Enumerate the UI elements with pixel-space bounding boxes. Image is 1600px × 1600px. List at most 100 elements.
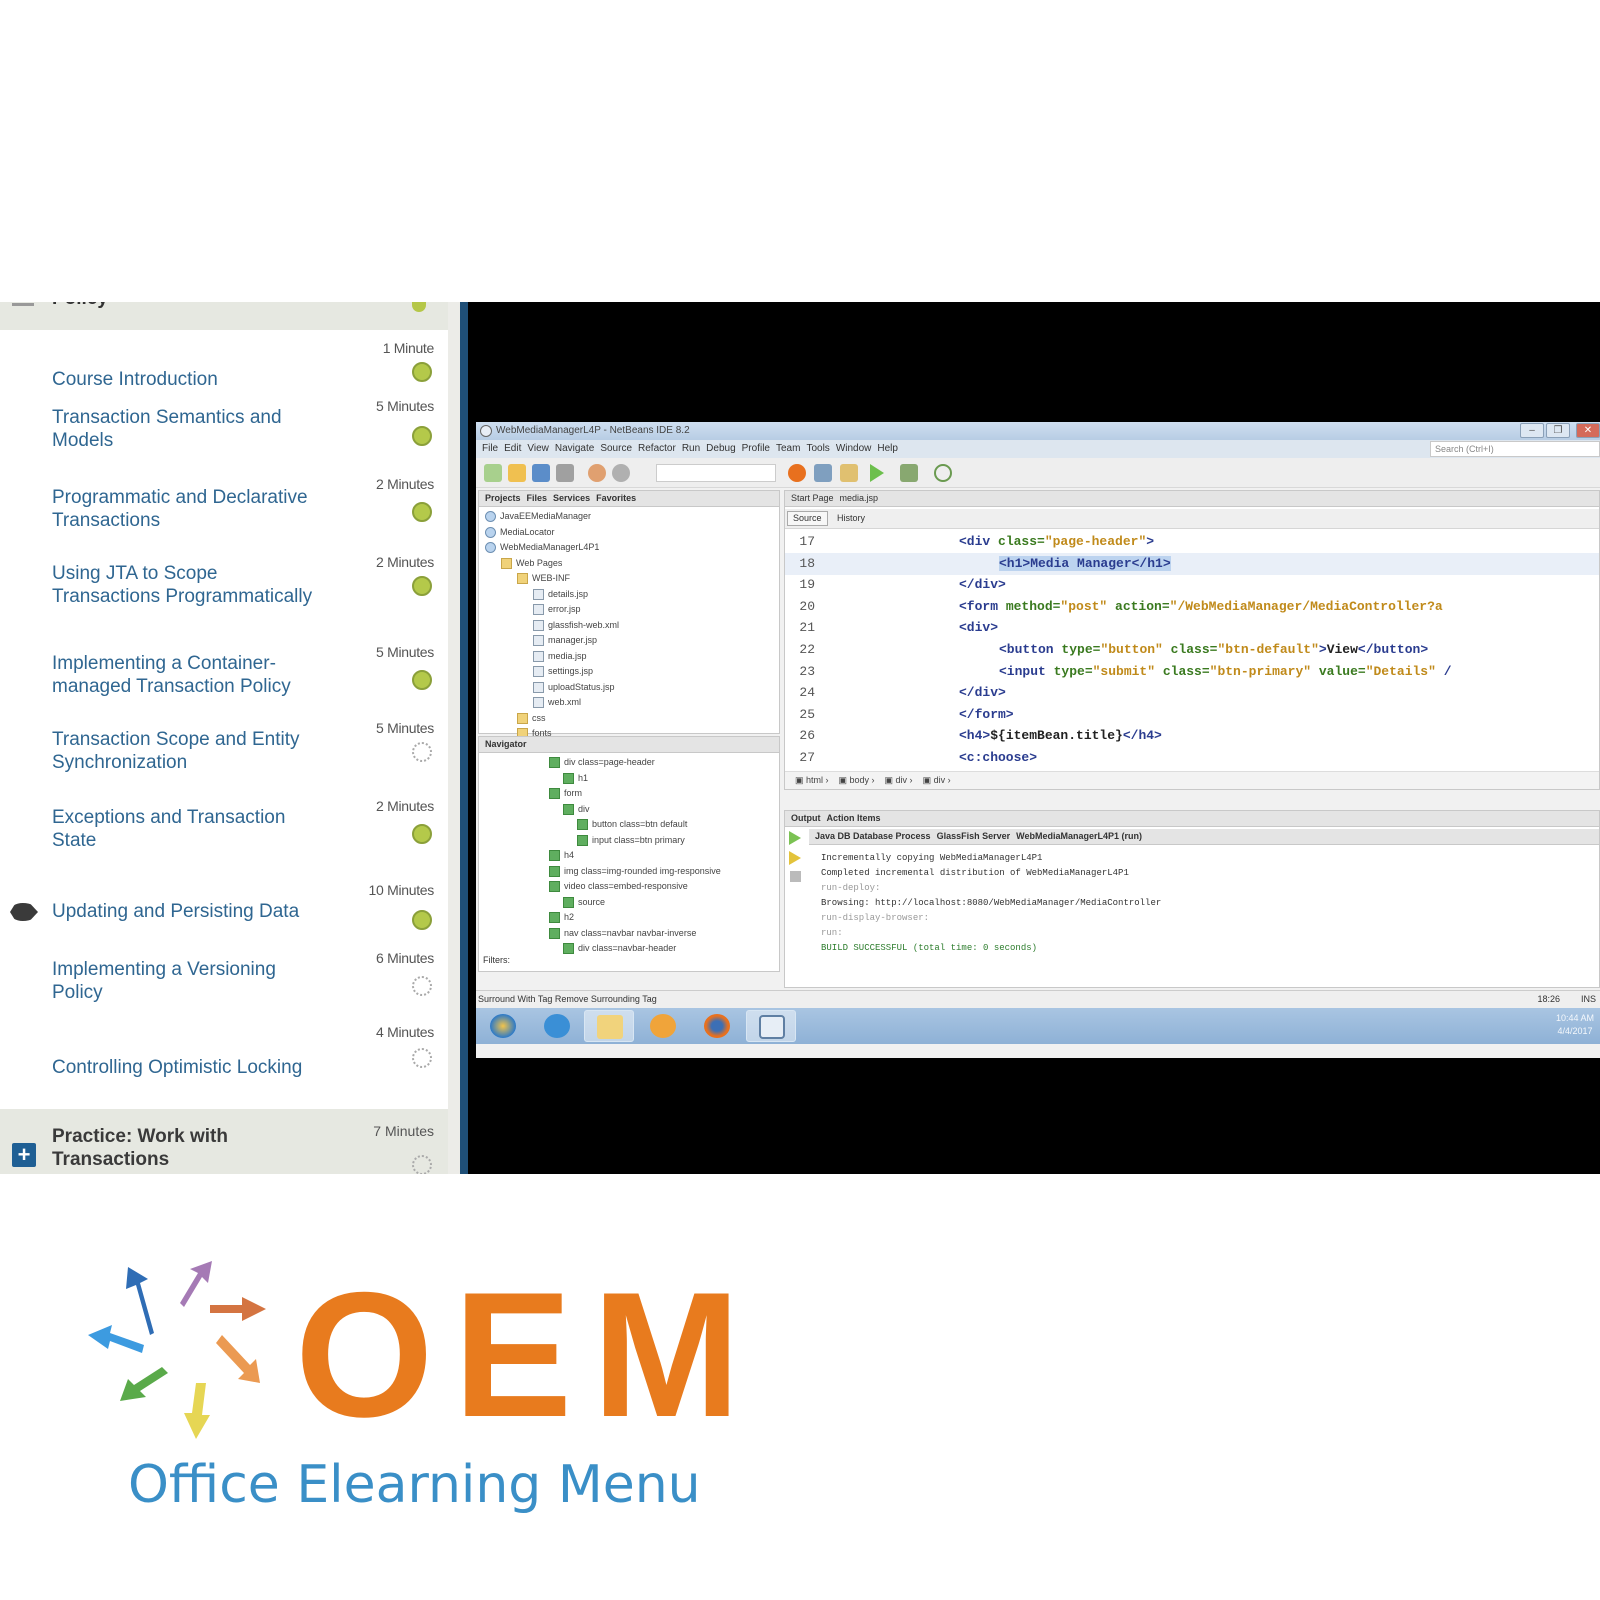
navigator-item[interactable]: div class=navbar-header — [549, 941, 721, 957]
navigator-item[interactable]: video class=embed-responsive — [549, 879, 721, 895]
tree-item[interactable]: media.jsp — [485, 649, 619, 665]
tree-item[interactable]: details.jsp — [485, 587, 619, 603]
navigator-item[interactable]: h2 — [549, 910, 721, 926]
stop-icon[interactable] — [790, 871, 801, 882]
open-project-icon[interactable] — [532, 464, 550, 482]
menu-view[interactable]: View — [527, 443, 549, 454]
menu-navigate[interactable]: Navigate — [555, 443, 594, 454]
menu-profile[interactable]: Profile — [742, 443, 770, 454]
code-editor[interactable]: 17 <div class="page-header"> 18 <h1>Media M… — [785, 531, 1599, 771]
rerun-icon[interactable] — [789, 831, 801, 845]
code-line[interactable]: 19 </div> — [785, 574, 1599, 596]
menu-run[interactable]: Run — [682, 443, 700, 454]
tree-item[interactable]: MediaLocator — [485, 525, 619, 541]
debug-icon[interactable] — [900, 464, 918, 482]
collapse-icon[interactable] — [12, 303, 34, 306]
course-item[interactable]: Programmatic and Declarative Transaction… — [0, 476, 448, 546]
course-item-title[interactable]: Programmatic and Declarative Transaction… — [52, 486, 322, 532]
output-subtab[interactable]: Java DB Database Process — [815, 831, 931, 841]
minimize-button[interactable]: – — [1520, 423, 1544, 438]
section-header-practice[interactable]: + Practice: Work with Transactions 7 Min… — [0, 1109, 448, 1174]
navigator-item[interactable]: nav class=navbar navbar-inverse — [549, 926, 721, 942]
course-item[interactable]: Implementing a Versioning Policy 6 Minute… — [0, 950, 448, 1020]
output-tab[interactable]: Action Items — [827, 813, 881, 823]
new-project-icon[interactable] — [508, 464, 526, 482]
start-button[interactable] — [478, 1010, 528, 1042]
tab-projects[interactable]: Projects — [485, 493, 521, 503]
code-line[interactable]: 21 <div> — [785, 617, 1599, 639]
code-line[interactable]: 17 <div class="page-header"> — [785, 531, 1599, 553]
section-header-policy[interactable]: Policy — [0, 302, 448, 330]
taskbar-explorer[interactable] — [584, 1010, 634, 1042]
tree-item[interactable]: WEB-INF — [485, 571, 619, 587]
course-item-title[interactable]: Controlling Optimistic Locking — [52, 1056, 322, 1079]
navigator-item[interactable]: h1 — [549, 771, 721, 787]
save-all-icon[interactable] — [556, 464, 574, 482]
course-item-title[interactable]: Transaction Scope and Entity Synchroniza… — [52, 728, 322, 774]
breadcrumb-item[interactable]: ▣ body › — [839, 775, 875, 786]
menu-refactor[interactable]: Refactor — [638, 443, 676, 454]
navigator-tab[interactable]: Navigator — [485, 739, 527, 749]
breadcrumb-item[interactable]: ▣ html › — [795, 775, 829, 786]
course-item-title[interactable]: Implementing a Container-managed Transac… — [52, 652, 322, 698]
build-icon[interactable] — [814, 464, 832, 482]
navigator-item[interactable]: img class=img-rounded img-responsive — [549, 864, 721, 880]
editor-tab[interactable]: Start Page — [791, 493, 834, 503]
close-button[interactable]: ✕ — [1576, 423, 1600, 438]
menu-source[interactable]: Source — [600, 443, 632, 454]
taskbar-netbeans[interactable] — [746, 1010, 796, 1042]
tree-item[interactable]: css — [485, 711, 619, 727]
course-item-title[interactable]: Exceptions and Transaction State — [52, 806, 322, 852]
tab-favorites[interactable]: Favorites — [596, 493, 636, 503]
taskbar-firefox[interactable] — [692, 1010, 742, 1042]
clean-build-icon[interactable] — [840, 464, 858, 482]
undo-icon[interactable] — [588, 464, 606, 482]
course-item-title[interactable]: Using JTA to Scope Transactions Programm… — [52, 562, 322, 608]
tree-item[interactable]: web.xml — [485, 695, 619, 711]
course-item[interactable]: Exceptions and Transaction State 2 Minute… — [0, 798, 448, 868]
code-line[interactable]: 27 <c:choose> — [785, 747, 1599, 769]
navigator-item[interactable]: h4 — [549, 848, 721, 864]
configuration-select[interactable] — [656, 464, 776, 482]
course-item[interactable]: Transaction Scope and Entity Synchroniza… — [0, 720, 448, 790]
navigator-item[interactable]: div class=page-header — [549, 755, 721, 771]
tab-files[interactable]: Files — [527, 493, 548, 503]
menu-file[interactable]: File — [482, 443, 498, 454]
taskbar-internet-explorer[interactable] — [532, 1010, 582, 1042]
breadcrumb-item[interactable]: ▣ div › — [923, 775, 951, 786]
menu-team[interactable]: Team — [776, 443, 800, 454]
run-icon[interactable] — [870, 464, 884, 482]
navigator-item[interactable]: div — [549, 802, 721, 818]
redo-icon[interactable] — [612, 464, 630, 482]
new-file-icon[interactable] — [484, 464, 502, 482]
breadcrumb-item[interactable]: ▣ div › — [885, 775, 913, 786]
tree-item[interactable]: manager.jsp — [485, 633, 619, 649]
editor-tab[interactable]: media.jsp — [840, 493, 879, 503]
menu-edit[interactable]: Edit — [504, 443, 521, 454]
code-line[interactable]: 26 <h4>${itemBean.title}</h4> — [785, 725, 1599, 747]
tree-item[interactable]: glassfish-web.xml — [485, 618, 619, 634]
plus-icon[interactable]: + — [12, 1143, 36, 1167]
video-player[interactable]: WebMediaManagerL4P - NetBeans IDE 8.2 – … — [468, 302, 1600, 1174]
code-line[interactable]: 18 <h1>Media Manager</h1> — [785, 552, 1599, 575]
tree-item[interactable]: settings.jsp — [485, 664, 619, 680]
code-line[interactable]: 22 <button type="button" class="btn-defau… — [785, 639, 1599, 661]
course-item-title[interactable]: Updating and Persisting Data — [52, 900, 322, 923]
navigator-item[interactable]: button class=btn default — [549, 817, 721, 833]
output-subtab[interactable]: WebMediaManagerL4P1 (run) — [1016, 831, 1142, 841]
tab-services[interactable]: Services — [553, 493, 590, 503]
navigator-item[interactable]: source — [549, 895, 721, 911]
menu-tools[interactable]: Tools — [806, 443, 829, 454]
navigator-item[interactable]: form — [549, 786, 721, 802]
profile-icon[interactable] — [934, 464, 952, 482]
tree-item[interactable]: error.jsp — [485, 602, 619, 618]
system-clock[interactable]: 10:44 AM 4/4/2017 — [1556, 1012, 1594, 1038]
history-mode-button[interactable]: History — [831, 511, 871, 526]
course-item-title[interactable]: Implementing a Versioning Policy — [52, 958, 322, 1004]
restore-button[interactable]: ❐ — [1546, 423, 1570, 438]
navigator-item[interactable]: input class=btn primary — [549, 833, 721, 849]
search-input[interactable]: Search (Ctrl+I) — [1430, 441, 1600, 457]
code-line[interactable]: 24 </div> — [785, 682, 1599, 704]
output-tab[interactable]: Output — [791, 813, 821, 823]
taskbar-media-player[interactable] — [638, 1010, 688, 1042]
